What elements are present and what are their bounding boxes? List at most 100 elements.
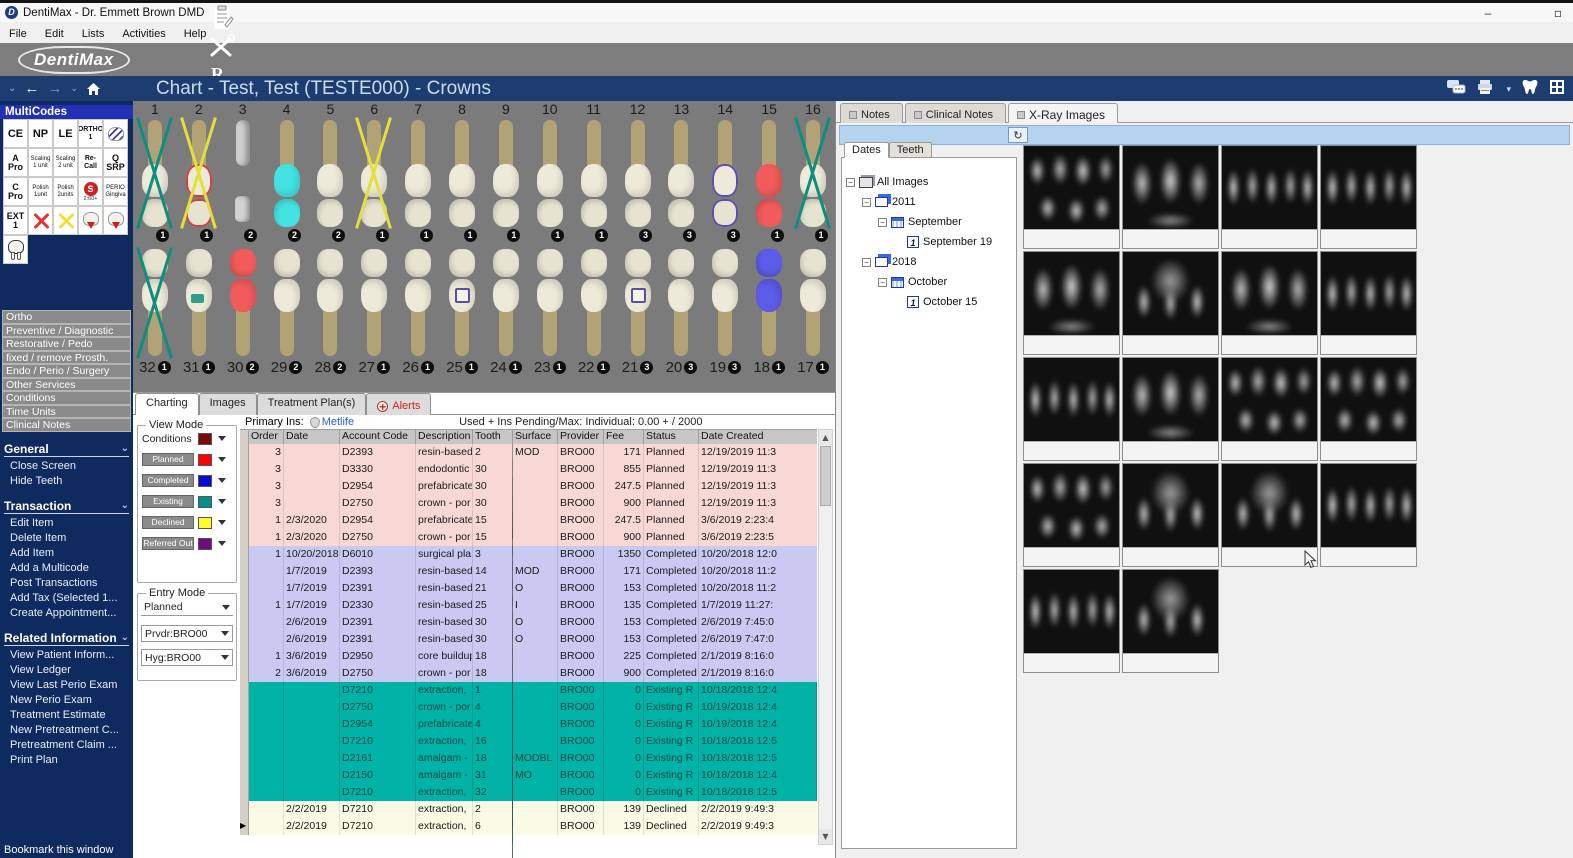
tooth-graphic[interactable] (662, 118, 700, 228)
row-selector[interactable] (240, 495, 249, 512)
multicode-button[interactable] (103, 206, 128, 235)
conditions-color-swatch[interactable] (198, 432, 212, 445)
tooth-cell[interactable]: 5 2 (309, 101, 353, 242)
table-row[interactable]: 1/7/2019 D2391 resin-based 21 O BRO00 15… (240, 580, 817, 690)
tooth-cell[interactable]: 26 1 (396, 248, 440, 377)
tooth-cell[interactable]: 8 1 (440, 101, 484, 242)
tooth-graphic[interactable] (706, 118, 744, 228)
provider-select[interactable]: Prvdr:BRO00 (141, 625, 233, 642)
category-button[interactable]: Restorative / Pedo (2, 337, 131, 351)
expand-icon[interactable]: − (862, 197, 871, 207)
tooth-graphic[interactable] (180, 248, 218, 358)
tooth-graphic[interactable] (794, 118, 832, 228)
expand-icon[interactable]: − (878, 277, 887, 287)
tooth-cell[interactable]: 10 1 (528, 101, 572, 242)
sidebar-link[interactable]: Close Screen (0, 459, 133, 474)
collapse-icon[interactable]: ⌄ (121, 500, 129, 511)
xray-thumbnail[interactable] (1023, 463, 1120, 567)
view-mode-button[interactable]: Referred Out (142, 537, 194, 550)
sidebar-link[interactable]: View Ledger (0, 663, 133, 678)
table-row[interactable]: D7210 extraction, 1 BRO00 0 Existing R 1… (240, 682, 817, 792)
table-scrollbar[interactable]: ▲ ▼ (818, 429, 833, 845)
xray-thumbnail[interactable] (1023, 569, 1120, 673)
table-row[interactable]: D2150 amalgam - 31 MO BRO00 0 Existing R… (240, 767, 817, 858)
category-button[interactable]: Preventive / Diagnostic (2, 323, 131, 337)
tooth-cell[interactable]: 22 1 (572, 248, 616, 377)
menu-item[interactable]: Lists (73, 27, 114, 41)
expand-icon[interactable]: − (846, 177, 855, 187)
right-tab[interactable]: X-Ray Images (1008, 103, 1119, 123)
collapse-icon[interactable]: ⌄ (121, 443, 129, 454)
tooth-cell[interactable]: 31 1 (177, 248, 221, 377)
sidebar-link[interactable]: Pretreatment Claim ... (0, 738, 133, 753)
tooth-graphic[interactable] (487, 248, 525, 358)
table-row[interactable]: 3 D2750 crown - por 30 BRO00 900 Planned… (240, 495, 817, 605)
tooth-graphic[interactable] (487, 118, 525, 228)
tooth-graphic[interactable] (355, 118, 393, 228)
tooth-cell[interactable]: 11 1 (572, 101, 616, 242)
multicode-button[interactable]: PERIO Gingiva (103, 177, 128, 206)
table-row[interactable]: D2750 crown - por 4 BRO00 0 Existing R 1… (240, 699, 817, 809)
multicode-button[interactable]: NP (28, 119, 53, 148)
expand-icon[interactable] (894, 298, 903, 307)
row-selector[interactable] (240, 716, 249, 733)
sidebar-link[interactable]: View Last Perio Exam (0, 678, 133, 693)
chevron-down-small-icon[interactable]: ⌄ (70, 84, 78, 94)
tooth-graphic[interactable] (399, 118, 437, 228)
xray-thumbnail[interactable] (1221, 251, 1318, 355)
xray-thumbnail[interactable] (1122, 145, 1219, 249)
tooth-cell[interactable]: 14 3 (703, 101, 747, 242)
sidebar-link[interactable]: Delete Item (0, 531, 133, 546)
tooth-graphic[interactable] (706, 248, 744, 358)
multicode-button[interactable]: CE (3, 119, 28, 148)
xray-thumbnail[interactable] (1122, 251, 1219, 355)
row-selector[interactable] (240, 512, 249, 529)
sidebar-link[interactable]: Add a Multicode (0, 561, 133, 576)
row-selector[interactable] (240, 461, 249, 478)
tooth-cell[interactable]: 13 3 (660, 101, 704, 242)
row-selector[interactable] (240, 784, 249, 801)
tree-node[interactable]: − All Images (842, 172, 1016, 192)
tooth-cell[interactable]: 24 1 (484, 248, 528, 377)
print-dropdown-icon[interactable]: ▾ (1506, 85, 1511, 95)
minimize-button[interactable]: – (1479, 6, 1497, 20)
column-header[interactable]: Surface (513, 429, 558, 444)
column-header[interactable]: Provider (558, 429, 604, 444)
tooth-cell[interactable]: 15 1 (747, 101, 791, 242)
tooth-graphic[interactable] (443, 248, 481, 358)
column-header[interactable]: Order (249, 429, 284, 444)
column-header[interactable]: Date (284, 429, 340, 444)
entry-mode-select[interactable]: Planned (141, 599, 233, 616)
table-row[interactable]: 1/7/2019 D2393 resin-based 14 MOD BRO00 … (240, 563, 817, 673)
xray-thumbnail[interactable] (1221, 357, 1318, 461)
multicode-button[interactable]: Re- Call (78, 148, 103, 177)
table-row[interactable]: 3 D2393 resin-based 2 MOD BRO00 171 Plan… (240, 444, 817, 554)
xray-thumbnail[interactable] (1023, 357, 1120, 461)
charting-tab[interactable]: + Alerts (366, 393, 432, 415)
tooth-cell[interactable]: 18 1 (747, 248, 791, 377)
multicode-button[interactable]: LE (53, 119, 78, 148)
row-selector[interactable] (240, 665, 249, 682)
view-mode-button[interactable]: Completed (142, 474, 194, 487)
row-selector[interactable] (240, 478, 249, 495)
row-selector[interactable] (240, 750, 249, 767)
sidebar-link[interactable]: Print Plan (0, 753, 133, 768)
color-swatch[interactable] (198, 453, 212, 466)
column-header[interactable]: Status (644, 429, 699, 444)
row-selector[interactable] (240, 597, 249, 614)
tooth-cell[interactable]: 2 1 (177, 101, 221, 242)
tooth-cell[interactable]: 27 1 (352, 248, 396, 377)
view-mode-button[interactable]: Existing (142, 495, 194, 508)
xray-thumbnail[interactable] (1023, 145, 1120, 249)
table-row[interactable]: ▶ 2/2/2019 D7210 extraction, 6 BRO00 139… (240, 818, 817, 858)
tooth-graphic[interactable] (224, 118, 262, 228)
tooth-graphic[interactable] (575, 118, 613, 228)
tooth-cell[interactable]: 21 3 (616, 248, 660, 377)
tooth-graphic[interactable] (531, 118, 569, 228)
column-header[interactable]: Account Code (340, 429, 416, 444)
dropdown-arrow-icon[interactable] (218, 541, 226, 546)
multicode-button[interactable]: Scaling 2 unit (53, 148, 78, 177)
sidebar-link[interactable]: New Perio Exam (0, 693, 133, 708)
sidebar-link[interactable]: Post Transactions (0, 576, 133, 591)
tooth-cell[interactable]: 6 1 (352, 101, 396, 242)
